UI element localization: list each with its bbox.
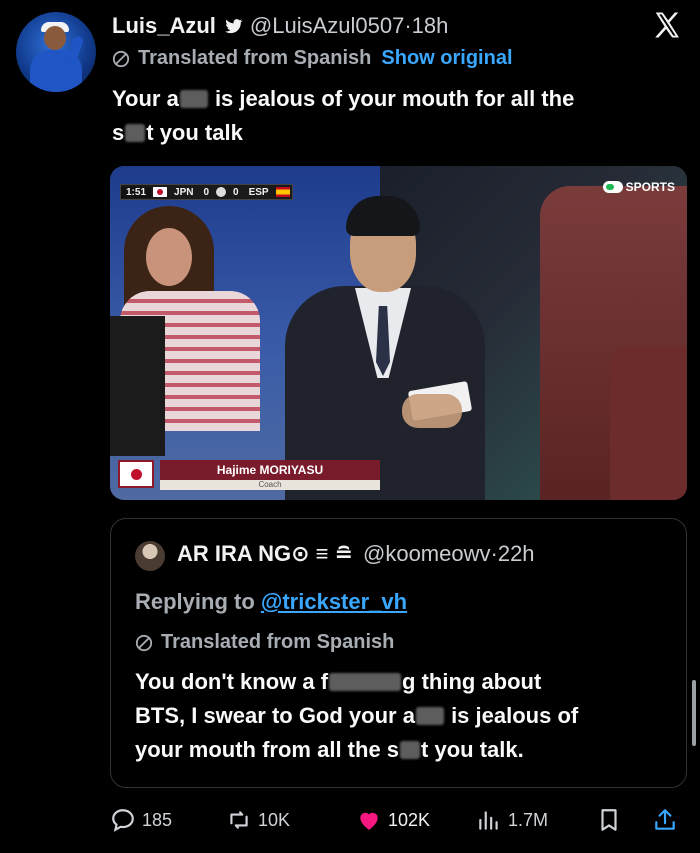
translate-icon [112,50,130,67]
censor-blur [125,124,146,142]
caption-name: Hajime MORIYASU [160,460,380,480]
quoted-header: AR IRA NG⊙ ≡ ≘ @koomeowv · 22h [177,541,535,567]
quoted-handle[interactable]: @koomeowv [363,541,491,567]
tweet-text-part: is jealous of your mouth for all the [208,86,575,111]
scrollbar[interactable] [692,680,696,746]
translated-label: Translated from Spanish [138,47,372,69]
scoreboard: 1:51 JPN 0 0 ESP [120,184,293,200]
lower-third-caption: Hajime MORIYASU Coach [118,460,380,496]
quoted-display-name[interactable]: AR IRA NG⊙ ≡ ≘ [177,541,353,567]
replying-to: Replying to @trickster_vh [135,589,407,615]
replying-mention-link[interactable]: @trickster_vh [261,589,407,614]
timestamp[interactable]: 18h [412,13,449,39]
quoted-translated-row: Translated from Spanish [135,631,394,654]
like-count: 102K [388,809,431,830]
like-button[interactable]: 102K [356,802,430,838]
retweet-count: 10K [258,809,291,830]
separator-dot: · [404,13,412,38]
censor-blur [329,673,402,691]
match-clock: 1:51 [121,186,152,198]
reply-icon [112,809,134,832]
japan-flag-icon [153,187,168,197]
avatar[interactable] [16,12,96,92]
tweet-header: Luis_Azul @LuisAzul0507 · 18h [112,10,448,42]
translated-row: Translated from Spanish Show original [112,47,513,70]
quoted-text-part: BTS, I swear to God your a [135,703,415,728]
retweet-button[interactable]: 10K [226,802,290,838]
show-original-link[interactable]: Show original [381,47,512,70]
broadcaster-icon [602,181,623,193]
views-count: 1.7M [508,809,549,830]
quoted-tweet[interactable]: AR IRA NG⊙ ≡ ≘ @koomeowv · 22h Replying … [110,518,687,788]
x-logo-icon[interactable] [652,10,682,40]
tweet-text-part: s [112,120,125,145]
bookmark-icon [601,809,617,831]
heart-icon [360,812,378,830]
share-button[interactable] [652,802,684,838]
censor-blur [400,741,421,759]
reply-button[interactable]: 185 [110,802,172,838]
verified-icon [225,19,243,34]
caption-role: Coach [160,480,380,490]
away-score: 0 [233,186,239,198]
censor-blur [179,90,208,108]
tweet-text-part: Your a [112,86,179,111]
display-name[interactable]: Luis_Azul [112,13,216,39]
tweet-text-part: t you talk [146,120,243,145]
views-button[interactable]: 1.7M [476,802,548,838]
home-score: 0 [203,186,210,198]
quoted-timestamp[interactable]: 22h [498,541,535,567]
quoted-text-part: g thing about [402,669,542,694]
retweet-icon [230,811,248,829]
handle[interactable]: @LuisAzul0507 [250,13,404,39]
quoted-text-part: t you talk. [421,737,524,762]
separator-dot: · [490,541,498,566]
ball-icon [216,187,227,197]
replying-prefix: Replying to [135,589,261,614]
quoted-text-part: your mouth from all the s [135,737,400,762]
broadcaster-name: SPORTS [625,180,675,194]
japan-flag-icon [118,460,154,488]
reply-count: 185 [142,809,173,830]
action-bar: 185 10K 102K 1.7M [110,802,690,838]
quoted-text-part: is jealous of [444,703,579,728]
quoted-text: You don't know a f g thing about BTS, I s… [135,665,665,767]
home-team: JPN [174,186,194,198]
censor-blur [415,707,444,725]
translate-icon [135,634,153,651]
tweet-text: Your a is jealous of your mouth for all … [112,82,682,150]
spain-flag-icon [275,187,290,197]
broadcaster-logo: SPORTS [602,180,675,194]
quoted-text-part: You don't know a f [135,669,329,694]
share-icon [655,809,675,830]
bookmark-button[interactable] [596,802,628,838]
quoted-translated-label: Translated from Spanish [161,631,395,653]
tweet-media-image[interactable]: 1:51 JPN 0 0 ESP SPORTS Hajime MORIYASU … [110,166,687,500]
quoted-avatar[interactable] [135,541,165,571]
away-team: ESP [248,186,269,198]
views-icon [479,811,498,830]
